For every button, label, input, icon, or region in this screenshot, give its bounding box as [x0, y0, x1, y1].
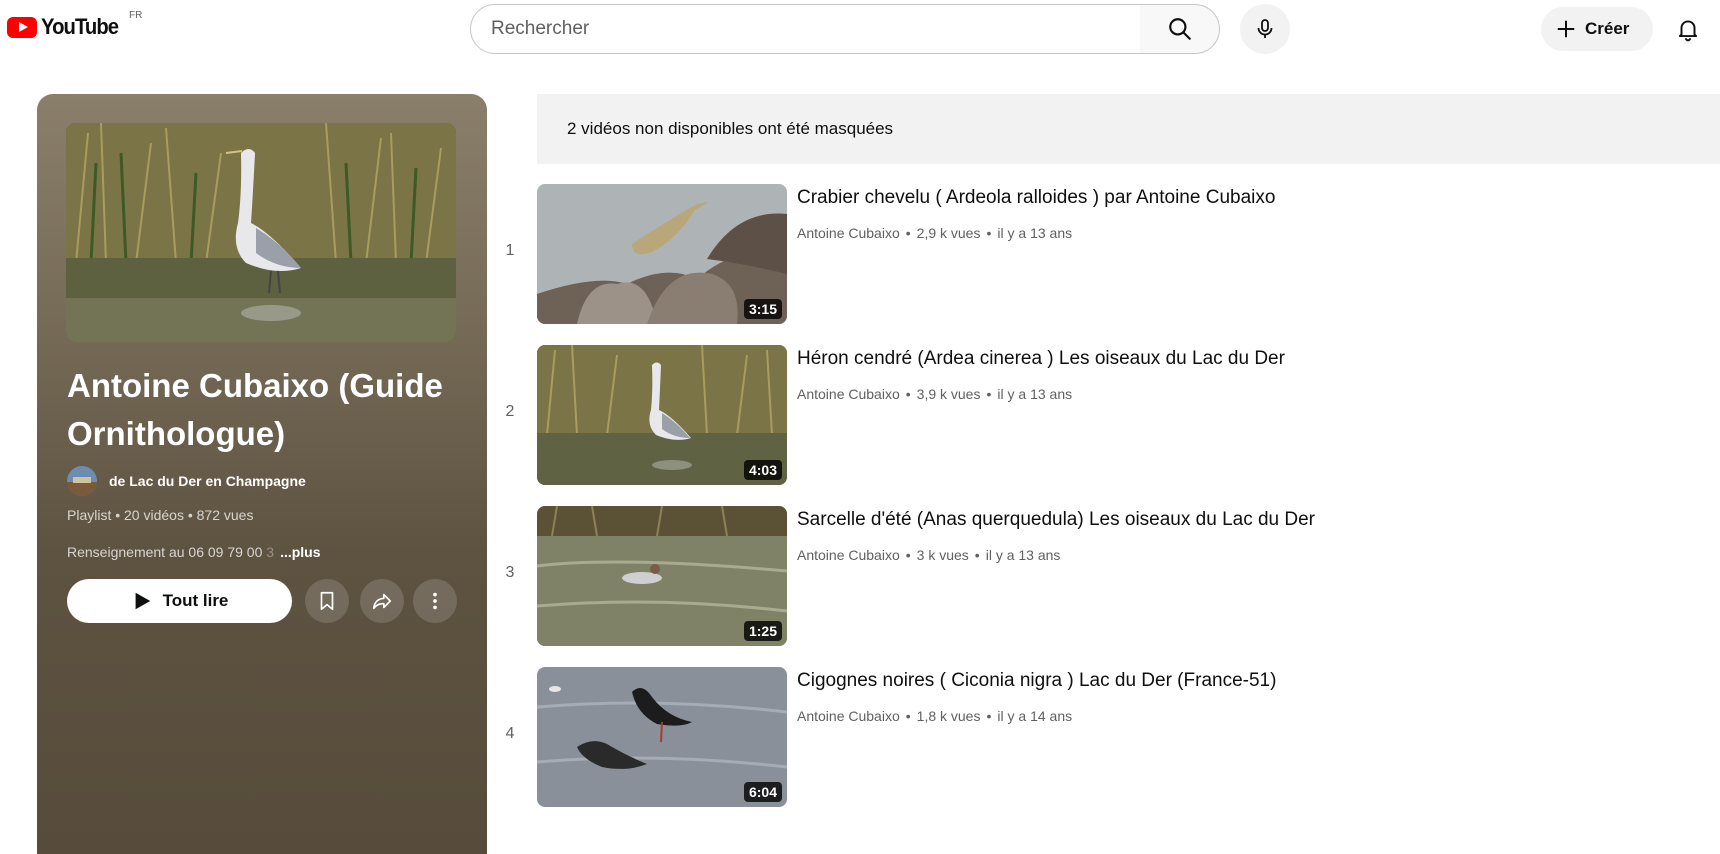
- video-duration: 1:25: [743, 621, 782, 641]
- video-index: 4: [505, 725, 515, 742]
- video-age: il y a 13 ans: [997, 386, 1073, 402]
- search-box: [470, 4, 1141, 54]
- video-channel[interactable]: Antoine Cubaixo: [797, 386, 900, 402]
- owner-name: de Lac du Der en Champagne: [109, 473, 306, 489]
- list-item[interactable]: 1 3:15 Crabier chevelu ( Ardeola ralloid…: [490, 184, 1720, 326]
- video-views: 3 k vues: [916, 547, 969, 563]
- video-thumbnail[interactable]: 1:25: [537, 506, 787, 646]
- play-icon: [135, 592, 150, 610]
- notifications-button[interactable]: [1666, 7, 1710, 51]
- meta-separator: •: [905, 225, 911, 241]
- playlist-owner[interactable]: de Lac du Der en Champagne: [67, 466, 306, 496]
- video-age: il y a 13 ans: [997, 225, 1073, 241]
- list-item[interactable]: 2 4:03 Héron cendré (Ardea cinerea ) Les…: [490, 345, 1720, 487]
- heron-image: [66, 123, 456, 342]
- video-thumbnail[interactable]: 3:15: [537, 184, 787, 324]
- search-icon: [1168, 18, 1191, 40]
- meta-separator: •: [986, 225, 992, 241]
- video-meta: Antoine Cubaixo • 2,9 k vues • il y a 13…: [797, 225, 1072, 241]
- video-age: il y a 14 ans: [997, 708, 1073, 724]
- description-faded: 3: [266, 544, 275, 560]
- search-button[interactable]: [1140, 4, 1220, 54]
- video-thumbnail[interactable]: 4:03: [537, 345, 787, 485]
- play-all-button[interactable]: Tout lire: [67, 579, 292, 623]
- video-thumbnail[interactable]: 6:04: [537, 667, 787, 807]
- mic-icon: [1257, 19, 1273, 38]
- video-views: 2,9 k vues: [916, 225, 981, 241]
- video-index: 1: [505, 242, 515, 259]
- save-playlist-button[interactable]: [305, 579, 349, 623]
- owner-avatar: [67, 466, 97, 496]
- more-actions-button[interactable]: [413, 579, 457, 623]
- video-views: 1,8 k vues: [916, 708, 981, 724]
- logo-text: YouTube: [41, 14, 119, 39]
- bell-icon: [1678, 20, 1698, 42]
- playlist-thumbnail[interactable]: [66, 123, 456, 342]
- meta-separator: •: [986, 386, 992, 402]
- hidden-videos-notice: 2 vidéos non disponibles ont été masquée…: [537, 94, 1720, 164]
- video-duration: 3:15: [743, 299, 782, 319]
- meta-separator: •: [905, 547, 911, 563]
- video-title[interactable]: Héron cendré (Ardea cinerea ) Les oiseau…: [797, 348, 1285, 370]
- video-age: il y a 13 ans: [985, 547, 1061, 563]
- meta-separator: •: [974, 547, 980, 563]
- video-channel[interactable]: Antoine Cubaixo: [797, 547, 900, 563]
- video-title[interactable]: Crabier chevelu ( Ardeola ralloides ) pa…: [797, 187, 1275, 209]
- playlist-description: Renseignement au 06 09 79 00 3 ...plus: [67, 544, 321, 560]
- video-title[interactable]: Cigognes noires ( Ciconia nigra ) Lac du…: [797, 670, 1276, 692]
- voice-search-button[interactable]: [1240, 4, 1290, 54]
- meta-separator: •: [905, 386, 911, 402]
- video-index: 3: [505, 564, 515, 581]
- list-item[interactable]: 3 1:25 Sarcelle d'été (Anas querquedula)…: [490, 506, 1720, 648]
- video-title[interactable]: Sarcelle d'été (Anas querquedula) Les oi…: [797, 509, 1315, 531]
- playlist-title: Antoine Cubaixo (Guide Ornithologue): [67, 367, 443, 452]
- description-text: Renseignement au 06 09 79 00: [67, 544, 267, 560]
- list-item[interactable]: 4 6:04 Cigognes noires ( Ciconia nigra )…: [490, 667, 1720, 809]
- top-bar: YouTube FR Créer: [0, 0, 1720, 58]
- video-meta: Antoine Cubaixo • 3,9 k vues • il y a 13…: [797, 386, 1072, 402]
- video-duration: 6:04: [743, 782, 782, 802]
- video-meta: Antoine Cubaixo • 3 k vues • il y a 13 a…: [797, 547, 1060, 563]
- video-index: 2: [505, 403, 515, 420]
- meta-separator: •: [905, 708, 911, 724]
- video-views: 3,9 k vues: [916, 386, 981, 402]
- playlist-meta: Playlist • 20 vidéos • 872 vues: [67, 507, 254, 523]
- share-button[interactable]: [360, 579, 404, 623]
- more-button[interactable]: ...plus: [280, 544, 320, 560]
- share-icon: [372, 593, 392, 610]
- plus-icon: [1557, 20, 1575, 38]
- search-input[interactable]: [471, 5, 1140, 53]
- youtube-play-logo-icon: [7, 16, 37, 38]
- video-channel[interactable]: Antoine Cubaixo: [797, 225, 900, 241]
- more-icon: [433, 592, 437, 610]
- playlist-header-panel: Antoine Cubaixo (Guide Ornithologue) de …: [37, 94, 487, 854]
- save-icon: [320, 591, 334, 611]
- video-meta: Antoine Cubaixo • 1,8 k vues • il y a 14…: [797, 708, 1072, 724]
- play-all-label: Tout lire: [162, 591, 229, 610]
- video-duration: 4:03: [743, 460, 782, 480]
- create-button[interactable]: Créer: [1541, 7, 1653, 51]
- create-label: Créer: [1585, 19, 1630, 38]
- meta-separator: •: [986, 708, 992, 724]
- youtube-logo[interactable]: YouTube: [7, 14, 125, 40]
- region-code: FR: [129, 10, 143, 21]
- video-channel[interactable]: Antoine Cubaixo: [797, 708, 900, 724]
